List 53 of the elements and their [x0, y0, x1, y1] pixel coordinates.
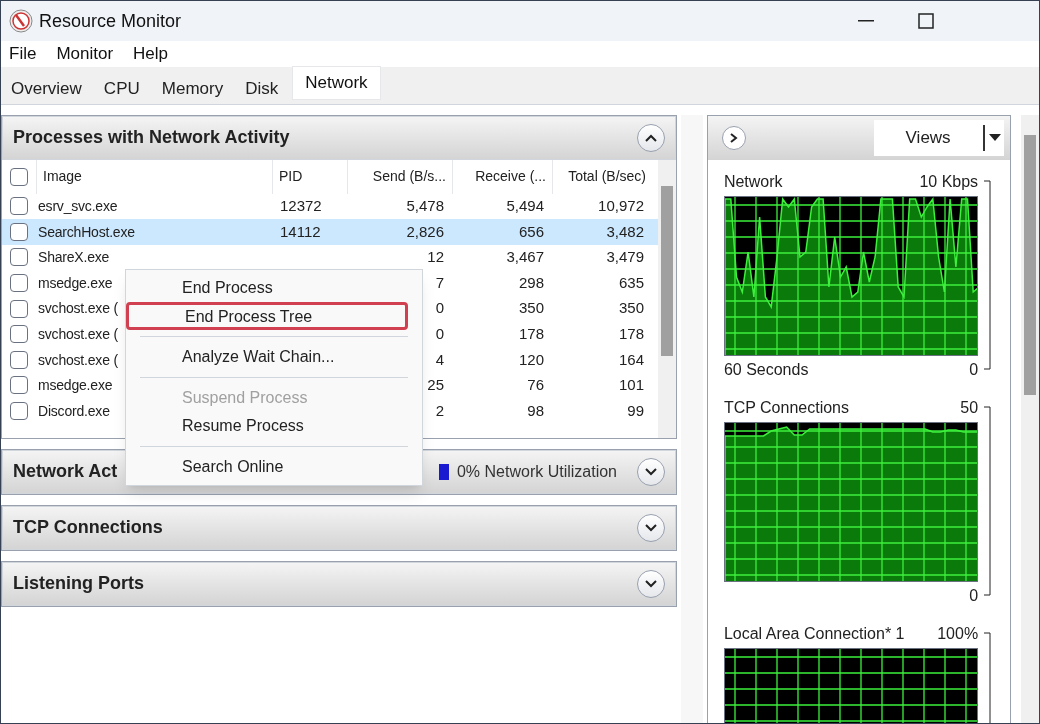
- table-cell-text: 76: [526, 375, 545, 396]
- table-cell-text: 14112: [279, 221, 322, 242]
- table-cell: svchost.exe (: [38, 326, 118, 342]
- table-cell-text: 0: [434, 324, 445, 344]
- graph-min-label: 0: [969, 585, 979, 606]
- table-cell-text: 298: [517, 272, 545, 293]
- section-title: Network Act: [13, 460, 118, 483]
- table-cell-text: 350: [617, 298, 645, 319]
- table-cell-text: 12372: [279, 196, 323, 217]
- table-cell: Discord.exe: [38, 402, 110, 419]
- graph-title: TCP Connections: [723, 397, 849, 418]
- graph-footer: 60 Seconds: [723, 357, 809, 382]
- graph-max-label: 10 Kbps: [919, 171, 979, 192]
- table-cell: svchost.exe (: [38, 351, 118, 368]
- table-cell: SearchHost.exe: [38, 223, 135, 240]
- table-cell: ShareX.exe: [38, 249, 110, 266]
- graph-title: Network: [723, 171, 783, 192]
- section-title: Listening Ports: [13, 572, 144, 595]
- table-cell: msedge.exe: [38, 377, 113, 394]
- table-cell: esrv_svc.exe: [38, 198, 118, 215]
- window-title: Resource Monitor: [39, 9, 182, 33]
- table-cell-text: 635: [617, 272, 645, 293]
- table-cell-text: 2,826: [405, 221, 445, 242]
- table-cell-text: 120: [517, 349, 545, 370]
- table-cell-text: 3,482: [605, 221, 645, 242]
- table-cell-text: 350: [517, 298, 545, 319]
- graph-max-label: 100%: [937, 623, 979, 644]
- table-cell-text: 656: [517, 221, 545, 242]
- table-cell-text: 0: [434, 298, 445, 319]
- table-cell-text: 178: [617, 324, 645, 344]
- table-cell-text: 25: [426, 375, 445, 396]
- graph-max-label: 50: [960, 397, 979, 418]
- section-title: Processes with Network Activity: [13, 126, 290, 149]
- table-cell-text: 98: [526, 400, 545, 421]
- section-title: TCP Connections: [13, 516, 163, 539]
- table-cell-text: 101: [617, 375, 645, 396]
- table-cell-text: 5,478: [405, 196, 445, 217]
- table-cell-text: 164: [617, 349, 645, 370]
- table-cell-text: 3,479: [605, 247, 645, 268]
- utilization-label: 0% Network Utilization: [456, 461, 617, 482]
- table-cell-text: 5,494: [505, 196, 545, 217]
- table-cell-text: 12: [426, 247, 445, 268]
- table-cell-text: 178: [517, 324, 545, 344]
- graph-title: Local Area Connection* 1: [723, 623, 905, 644]
- table-cell-text: 7: [434, 272, 445, 293]
- table-cell-text: 2: [434, 400, 445, 421]
- graph-min-label: 0: [969, 359, 979, 380]
- table-cell-text: 3,467: [505, 247, 545, 268]
- table-cell-text: 99: [626, 400, 645, 421]
- table-cell: svchost.exe (: [38, 300, 118, 317]
- table-cell: msedge.exe: [38, 274, 113, 291]
- table-cell-text: 4: [434, 349, 445, 370]
- table-cell-text: 10,972: [597, 196, 645, 217]
